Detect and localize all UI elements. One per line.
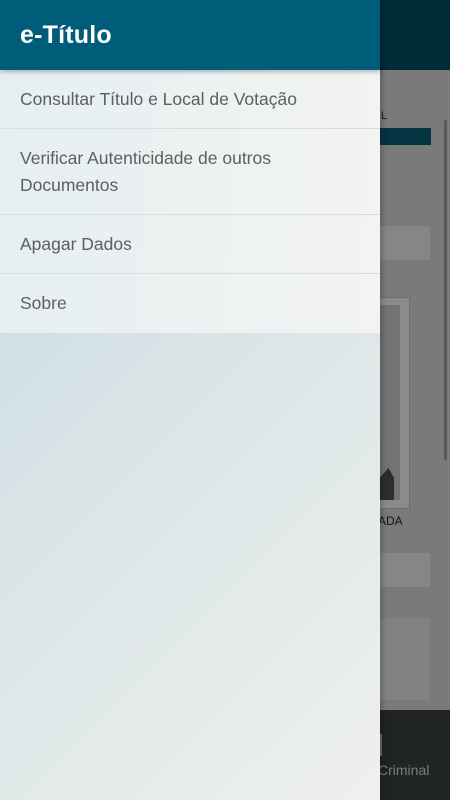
menu-item-label: Apagar Dados [20, 233, 132, 254]
menu-item-verificar-autenticidade[interactable]: Verificar Autenticidade de outros Docume… [0, 129, 380, 215]
navigation-drawer: e-Título Consultar Título e Local de Vot… [0, 0, 380, 800]
drawer-menu: Consultar Título e Local de Votação Veri… [0, 70, 380, 333]
menu-item-label: Verificar Autenticidade de outros Docume… [20, 148, 271, 195]
drawer-title: e-Título [20, 20, 112, 49]
drawer-header: e-Título [0, 0, 380, 70]
menu-item-sobre[interactable]: Sobre [0, 274, 380, 333]
menu-item-consultar-titulo[interactable]: Consultar Título e Local de Votação [0, 70, 380, 129]
menu-item-label: Sobre [20, 293, 67, 313]
menu-item-apagar-dados[interactable]: Apagar Dados [0, 215, 380, 274]
menu-item-label: Consultar Título e Local de Votação [20, 88, 297, 109]
